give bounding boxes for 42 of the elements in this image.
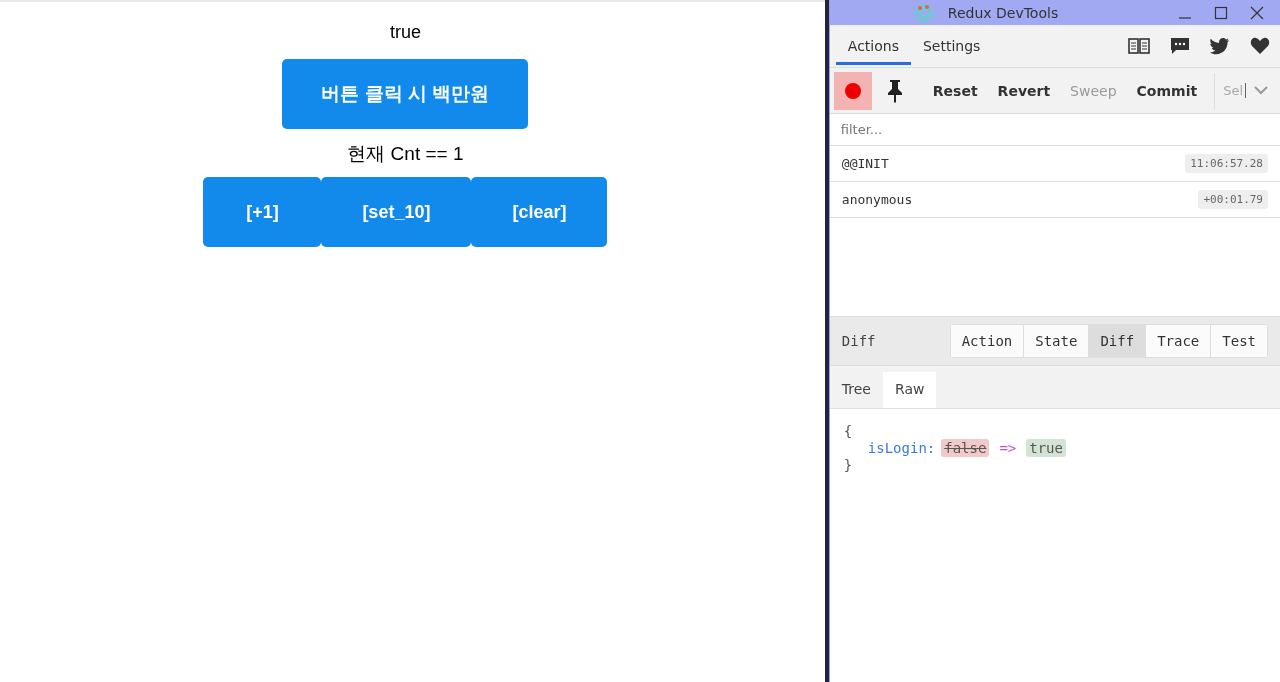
- timestamp-badge: 11:06:57.28: [1185, 154, 1268, 173]
- action-item[interactable]: anonymous +00:01.79: [829, 182, 1280, 218]
- action-name: anonymous: [841, 192, 913, 207]
- inspector-title: Diff: [841, 333, 876, 349]
- counter-text: 현재 Cnt == 1: [347, 142, 464, 166]
- window-title: Redux DevTools: [947, 4, 1059, 21]
- record-icon: [844, 82, 861, 99]
- bird-icon[interactable]: [1210, 37, 1230, 55]
- filter-field[interactable]: filter...: [829, 114, 1280, 146]
- tab[interactable]: Actions: [835, 27, 911, 65]
- inspector-tab[interactable]: Diff: [1089, 325, 1147, 357]
- chevron-down-icon: [1254, 86, 1268, 95]
- counter-button[interactable]: [set_10]: [321, 177, 472, 247]
- pin-icon: [885, 78, 904, 103]
- view-tab[interactable]: Raw: [883, 372, 937, 408]
- maximize-icon[interactable]: [1214, 5, 1228, 20]
- action-name: @@INIT: [841, 156, 889, 171]
- inspector-tab[interactable]: Trace: [1146, 325, 1212, 357]
- counter-button[interactable]: [+1]: [203, 177, 322, 247]
- diff-arrow: =>: [999, 440, 1017, 456]
- status-text: true: [389, 22, 421, 43]
- tab[interactable]: Settings: [910, 27, 993, 65]
- book-icon[interactable]: [1128, 37, 1150, 55]
- view-tab[interactable]: Tree: [829, 372, 883, 408]
- chat-icon[interactable]: [1170, 37, 1190, 55]
- heart-icon[interactable]: [1250, 37, 1270, 55]
- logo-icon: [913, 2, 934, 23]
- code-key: isLogin:: [867, 440, 936, 456]
- inspector-tab[interactable]: State: [1024, 325, 1090, 357]
- code-brace: {: [843, 423, 854, 439]
- inspector-tab[interactable]: Test: [1211, 325, 1267, 357]
- record-button[interactable]: [833, 71, 872, 110]
- inspector-tab[interactable]: Action: [950, 325, 1025, 357]
- prize-button[interactable]: 버튼 클릭 시 백만원: [282, 59, 529, 129]
- select-text: Sel: [1223, 83, 1246, 98]
- timestamp-badge: +00:01.79: [1198, 190, 1268, 209]
- added-value: true: [1026, 439, 1066, 457]
- removed-value: false: [941, 439, 990, 457]
- close-icon[interactable]: [1250, 5, 1264, 20]
- code-brace: }: [843, 457, 854, 473]
- action-item[interactable]: @@INIT 11:06:57.28: [829, 146, 1280, 182]
- counter-button[interactable]: [clear]: [471, 177, 608, 247]
